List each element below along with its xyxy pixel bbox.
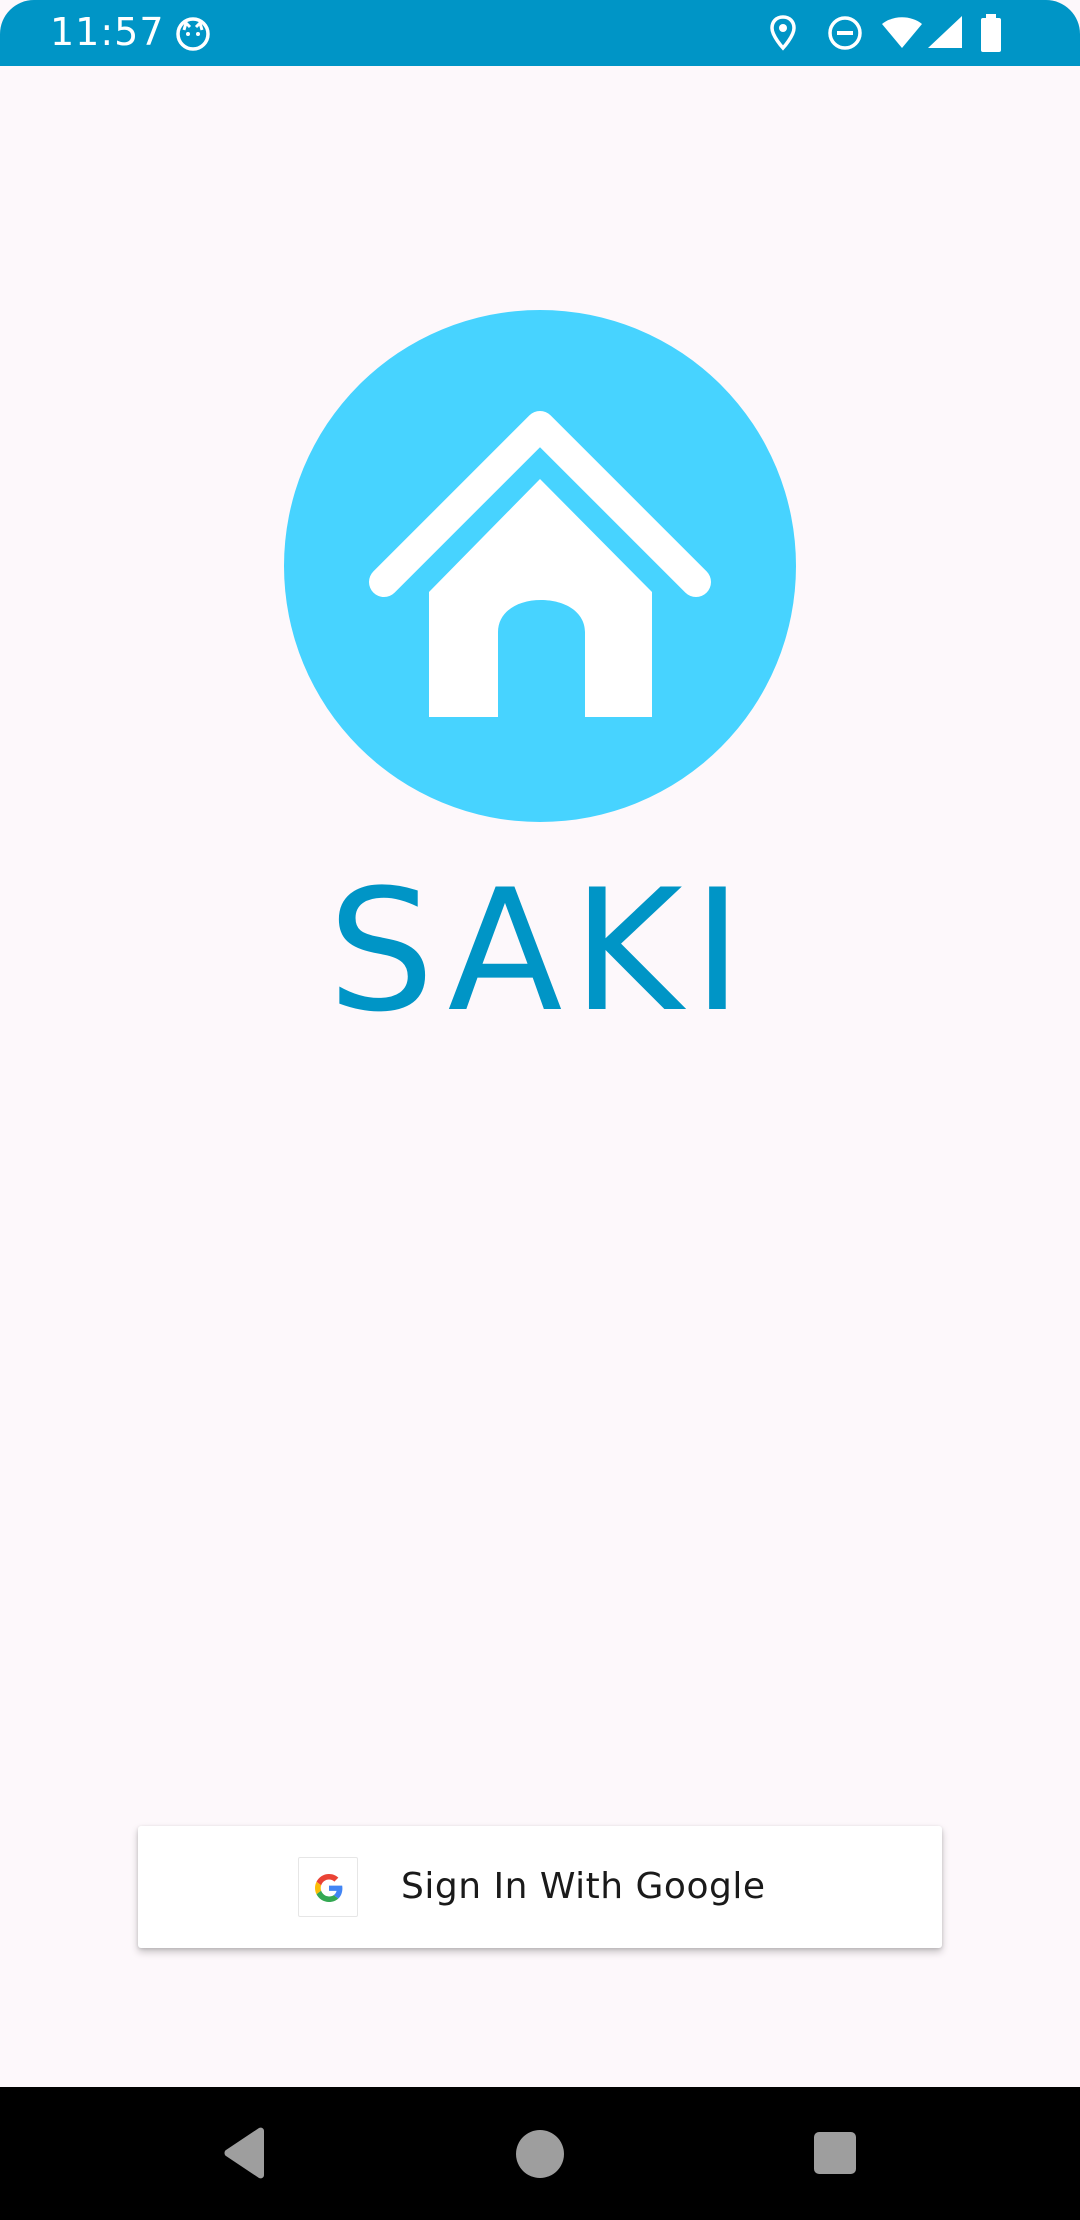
cellular-signal-icon [926, 14, 964, 55]
status-bar: 11:57 [0, 0, 1080, 66]
app-logo [284, 310, 796, 822]
sign-in-with-google-button[interactable]: Sign In With Google [138, 1826, 942, 1948]
wifi-icon [880, 16, 924, 55]
status-time: 11:57 [50, 10, 165, 54]
google-logo-container [298, 1857, 358, 1917]
recents-icon[interactable] [813, 2131, 857, 2180]
back-icon[interactable] [222, 2127, 268, 2184]
google-g-icon [315, 1874, 343, 1902]
cat-face-icon [174, 15, 212, 58]
house-icon [369, 411, 711, 717]
app-title: SAKI [327, 853, 753, 1049]
location-icon [768, 14, 798, 57]
sign-in-label: Sign In With Google [401, 1866, 766, 1907]
navigation-bar [0, 2087, 1080, 2220]
home-icon[interactable] [515, 2129, 565, 2184]
battery-icon [980, 13, 1002, 58]
do-not-disturb-icon [826, 14, 864, 57]
